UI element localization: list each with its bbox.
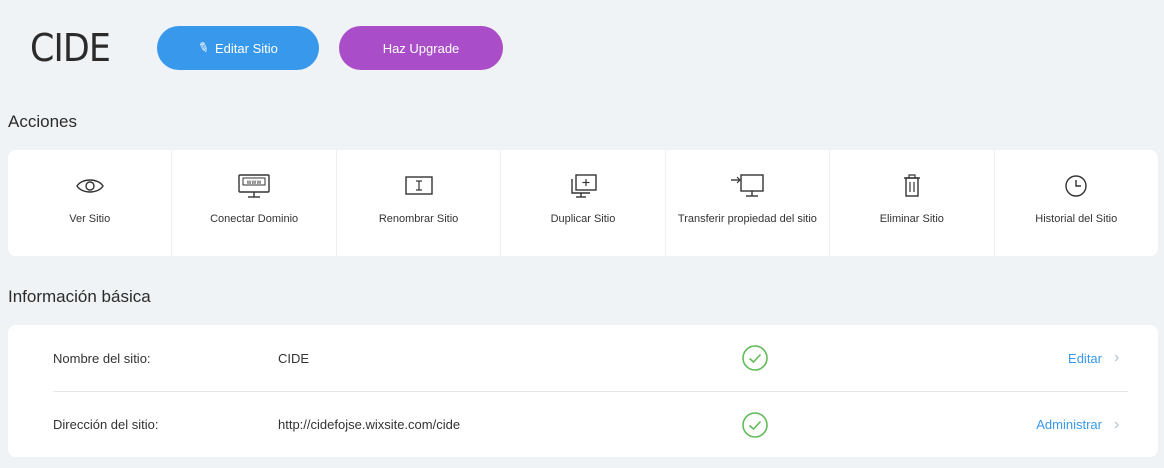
- action-label: Eliminar Sitio: [879, 213, 944, 225]
- upgrade-button[interactable]: Haz Upgrade: [339, 26, 503, 70]
- edit-site-label: Editar Sitio: [215, 40, 278, 56]
- basic-info-card: Nombre del sitio: CIDE Editar › Direcció…: [8, 325, 1158, 457]
- site-header: CIDE ✎ Editar Sitio Haz Upgrade: [30, 24, 503, 72]
- chevron-right-icon[interactable]: ›: [1114, 416, 1128, 434]
- chevron-right-icon[interactable]: ›: [1114, 349, 1128, 367]
- row-value: CIDE: [278, 350, 310, 366]
- site-name: CIDE: [30, 26, 111, 70]
- site-address-row: Dirección del sitio: http://cidefojse.wi…: [53, 391, 1128, 457]
- duplicate-icon: [567, 170, 599, 202]
- edit-site-button[interactable]: ✎ Editar Sitio: [157, 26, 319, 70]
- actions-section-title: Acciones: [8, 112, 77, 131]
- upgrade-label: Haz Upgrade: [382, 40, 460, 56]
- pencil-icon: ✎: [196, 38, 212, 57]
- row-label: Nombre del sitio:: [53, 350, 151, 366]
- action-label: Duplicar Sitio: [550, 213, 616, 225]
- basic-info-section-title: Información básica: [8, 287, 151, 306]
- row-value: http://cidefojse.wixsite.com/cide: [278, 417, 461, 432]
- check-circle-icon: [735, 411, 775, 439]
- duplicate-site-action[interactable]: Duplicar Sitio: [501, 150, 666, 256]
- transfer-ownership-action[interactable]: Transferir propiedad del sitio: [666, 150, 831, 256]
- action-label: Renombrar Sitio: [378, 213, 459, 225]
- transfer-icon: [728, 170, 766, 202]
- delete-site-action[interactable]: Eliminar Sitio: [830, 150, 995, 256]
- rename-icon: [403, 170, 435, 202]
- check-circle-icon: [735, 344, 775, 372]
- svg-text:www: www: [247, 179, 262, 186]
- actions-card: Ver Sitio www Conectar Dominio Renombrar…: [8, 150, 1158, 256]
- trash-icon: [899, 170, 925, 202]
- action-label: Transferir propiedad del sitio: [677, 213, 817, 225]
- rename-site-action[interactable]: Renombrar Sitio: [337, 150, 502, 256]
- edit-name-link[interactable]: Editar: [1068, 351, 1102, 366]
- manage-address-link[interactable]: Administrar: [1036, 417, 1102, 432]
- clock-icon: [1062, 170, 1090, 202]
- row-label: Dirección del sitio:: [53, 417, 159, 432]
- action-label: Ver Sitio: [69, 213, 111, 225]
- action-label: Conectar Dominio: [210, 213, 299, 225]
- www-monitor-icon: www: [236, 170, 272, 202]
- view-site-action[interactable]: Ver Sitio: [8, 150, 173, 256]
- eye-icon: [75, 170, 105, 202]
- action-label: Historial del Sitio: [1035, 213, 1118, 225]
- site-history-action[interactable]: Historial del Sitio: [995, 150, 1158, 256]
- connect-domain-action[interactable]: www Conectar Dominio: [172, 150, 337, 256]
- site-name-row: Nombre del sitio: CIDE Editar ›: [53, 325, 1128, 391]
